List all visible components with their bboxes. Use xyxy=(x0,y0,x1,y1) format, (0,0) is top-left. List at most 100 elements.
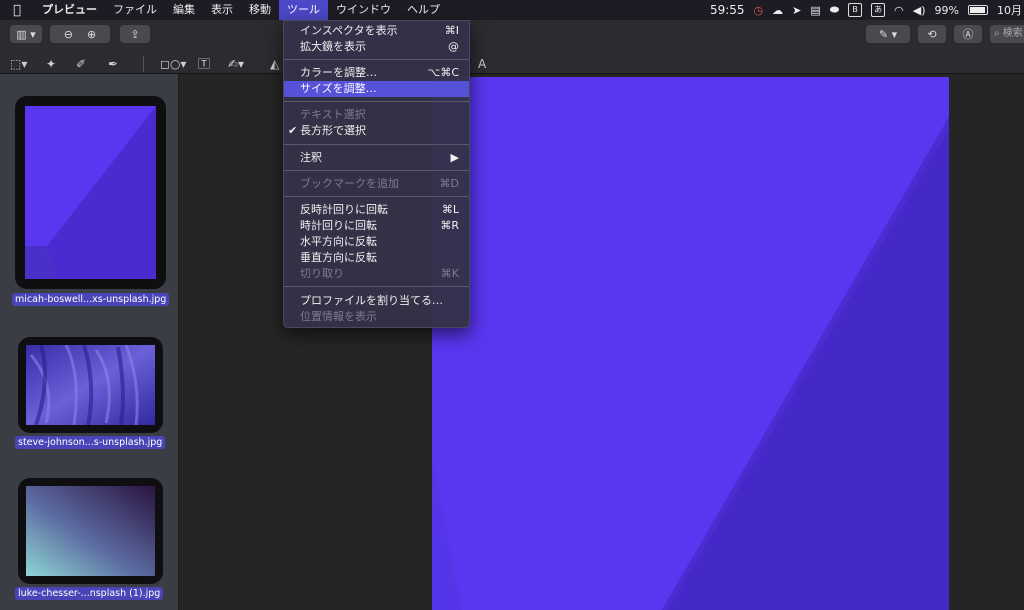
menu-app-name[interactable]: プレビュー xyxy=(34,0,105,20)
menu-bar:  プレビュー ファイル 編集 表示 移動 ツール ウインドウ ヘルプ 59:5… xyxy=(0,0,1024,20)
thumbnail-2-image xyxy=(26,345,155,425)
wifi-icon[interactable]: ◠ xyxy=(894,4,904,17)
toolbar-divider xyxy=(143,56,144,72)
share-button[interactable]: ⇪ xyxy=(120,25,150,43)
menu-go[interactable]: 移動 xyxy=(241,0,279,20)
menu-separator xyxy=(284,286,469,287)
hat-icon[interactable]: ⬬ xyxy=(830,3,839,17)
sidebar-icon: ▥ ▾ xyxy=(16,27,36,41)
menu-item-label: 位置情報を表示 xyxy=(300,310,377,323)
menu-file[interactable]: ファイル xyxy=(105,0,165,20)
zoom-in-icon[interactable]: ⊕ xyxy=(87,28,96,41)
menu-item-label: サイズを調整… xyxy=(300,82,377,95)
clipboard-icon[interactable]: ▤ xyxy=(810,4,820,17)
menu-item-text-selection: テキスト選択 xyxy=(284,107,469,123)
menu-item-shortcut: ⌘K xyxy=(440,267,459,280)
sketch-icon[interactable]: ✐ xyxy=(76,55,86,73)
menu-item-adjust-size[interactable]: サイズを調整… xyxy=(284,81,469,97)
draw-icon[interactable]: ✒ xyxy=(108,55,118,73)
menu-item-show-inspector[interactable]: インスペクタを表示 ⌘I xyxy=(284,23,469,39)
menu-item-label: 垂直方向に反転 xyxy=(300,251,377,264)
thumbnail-3-label[interactable]: luke-chesser-...nsplash (1).jpg xyxy=(15,587,164,600)
menu-item-label: 切り取り xyxy=(300,267,344,280)
rotate-button[interactable]: ⟲ xyxy=(918,25,946,43)
menu-help[interactable]: ヘルプ xyxy=(399,0,448,20)
search-placeholder: 検索 xyxy=(1002,28,1023,39)
text-tool-icon[interactable]: 🅃 xyxy=(198,55,210,73)
submenu-arrow-icon: ▶ xyxy=(450,151,459,164)
menu-item-adjust-color[interactable]: カラーを調整… ⌥⌘C xyxy=(284,65,469,81)
volume-icon[interactable]: ◀) xyxy=(913,4,926,17)
battery-percent: 99% xyxy=(934,3,959,17)
send-icon[interactable]: ➤ xyxy=(792,4,801,17)
menu-item-label: 長方形で選択 xyxy=(300,124,366,137)
shapes-icon[interactable]: ◻○▾ xyxy=(160,55,186,73)
menu-item-shortcut: ⌥⌘C xyxy=(427,66,459,79)
menu-item-shortcut: ⌘R xyxy=(440,219,459,232)
thumbnail-1-image xyxy=(25,106,156,279)
menu-item-add-bookmark: ブックマークを追加 ⌘D xyxy=(284,176,469,192)
rect-select-icon[interactable]: ⬚▾ xyxy=(10,55,27,73)
timer-icon[interactable]: ◷ xyxy=(754,4,764,17)
menu-separator xyxy=(284,59,469,60)
menu-item-label: ブックマークを追加 xyxy=(300,177,399,190)
markup-pen-icon: Ⓐ xyxy=(962,28,974,41)
menu-item-label: 注釈 xyxy=(300,151,322,164)
highlighter-icon: ✎ ▾ xyxy=(878,27,898,41)
battery-icon[interactable] xyxy=(968,5,988,15)
menu-item-shortcut: ⌘L xyxy=(441,203,459,216)
menu-item-label: カラーを調整… xyxy=(300,66,377,79)
sign-icon[interactable]: ✍▾ xyxy=(228,55,244,73)
menu-item-shortcut: ⌘I xyxy=(444,24,459,37)
menu-separator xyxy=(284,196,469,197)
markup-button[interactable]: Ⓐ xyxy=(954,25,982,43)
menu-item-rectangular-selection[interactable]: ✔ 長方形で選択 xyxy=(284,123,469,139)
menu-separator xyxy=(284,101,469,102)
menu-item-label: 時計回りに回転 xyxy=(300,219,377,232)
hatena-icon[interactable]: B xyxy=(848,3,863,17)
input-method-icon[interactable]: あ xyxy=(871,3,886,17)
menu-item-label: テキスト選択 xyxy=(300,108,366,121)
menu-item-flip-vertical[interactable]: 垂直方向に反転 xyxy=(284,250,469,266)
menu-item-label: 拡大鏡を表示 xyxy=(300,40,366,53)
menu-tools[interactable]: ツール xyxy=(279,0,328,20)
menu-item-flip-horizontal[interactable]: 水平方向に反転 xyxy=(284,234,469,250)
menu-item-show-location: 位置情報を表示 xyxy=(284,309,469,325)
sidebar-toggle-button[interactable]: ▥ ▾ xyxy=(10,25,42,43)
thumbnail-1[interactable] xyxy=(15,96,166,289)
menu-view[interactable]: 表示 xyxy=(203,0,241,20)
menu-item-rotate-left[interactable]: 反時計回りに回転 ⌘L xyxy=(284,202,469,218)
timer-text[interactable]: 59:55 xyxy=(710,3,745,17)
menu-edit[interactable]: 編集 xyxy=(165,0,203,20)
menu-item-shortcut: @ xyxy=(448,40,459,53)
menu-item-show-magnifier[interactable]: 拡大鏡を表示 @ xyxy=(284,39,469,55)
menu-item-assign-profile[interactable]: プロファイルを割り当てる… xyxy=(284,293,469,309)
menu-item-label: プロファイルを割り当てる… xyxy=(300,294,443,307)
menu-item-shortcut: ⌘D xyxy=(439,177,459,190)
share-icon: ⇪ xyxy=(130,27,140,41)
status-area: 59:55 ◷ ☁ ➤ ▤ ⬬ B あ ◠ ◀) 99% 10月 xyxy=(710,0,1024,20)
menu-item-crop: 切り取り ⌘K xyxy=(284,266,469,282)
font-style-icon[interactable]: A xyxy=(478,55,486,73)
menu-item-rotate-right[interactable]: 時計回りに回転 ⌘R xyxy=(284,218,469,234)
thumbnail-2[interactable] xyxy=(18,337,163,433)
menu-item-annotate[interactable]: 注釈 ▶ xyxy=(284,150,469,166)
apple-menu-icon[interactable]:  xyxy=(0,3,34,18)
thumbnail-1-label[interactable]: micah-boswell...xs-unsplash.jpg xyxy=(12,293,170,306)
highlight-button[interactable]: ✎ ▾ xyxy=(866,25,910,43)
tools-menu: インスペクタを表示 ⌘I 拡大鏡を表示 @ カラーを調整… ⌥⌘C サイズを調整… xyxy=(283,20,470,328)
creative-cloud-icon[interactable]: ☁ xyxy=(772,4,783,17)
menu-window[interactable]: ウインドウ xyxy=(328,0,399,20)
rotate-icon: ⟲ xyxy=(927,27,937,41)
zoom-out-icon[interactable]: ⊖ xyxy=(64,28,73,41)
search-icon: ⌕ xyxy=(994,28,1000,39)
thumbnail-2-label[interactable]: steve-johnson...s-unsplash.jpg xyxy=(15,436,166,449)
thumbnail-3[interactable] xyxy=(18,478,163,584)
main-image[interactable] xyxy=(432,77,949,610)
date-text[interactable]: 10月 xyxy=(997,2,1022,18)
adjust-color-icon[interactable]: ◭ xyxy=(270,55,279,73)
instant-alpha-icon[interactable]: ✦ xyxy=(46,55,56,73)
menu-item-label: 反時計回りに回転 xyxy=(300,203,388,216)
search-input[interactable]: ⌕ 検索 xyxy=(990,25,1024,43)
menu-item-label: 水平方向に反転 xyxy=(300,235,377,248)
